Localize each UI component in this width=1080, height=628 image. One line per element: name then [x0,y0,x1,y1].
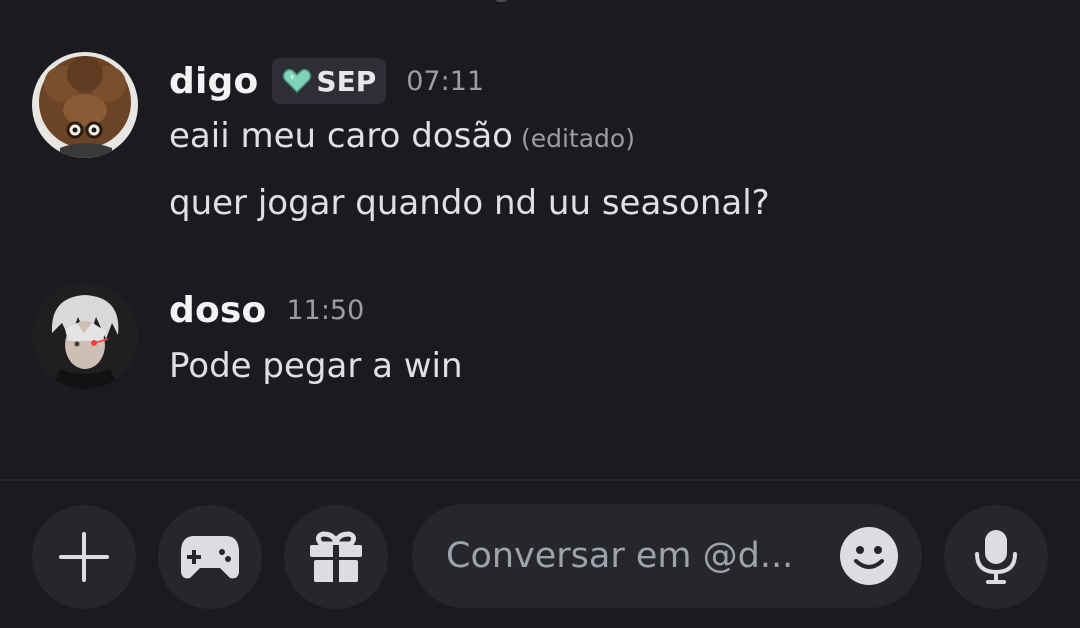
edited-label: (editado) [520,124,635,153]
gift-button[interactable] [284,505,388,609]
emoji-button[interactable] [840,527,898,585]
voice-button[interactable] [944,505,1048,609]
gift-icon [310,531,362,582]
message-input[interactable]: Conversar em @d... [412,504,922,608]
message-text: quer jogar quando nd uu seasonal? [169,183,770,223]
timestamp: 07:11 [406,65,485,97]
games-button[interactable] [158,505,262,609]
message-text: Pode pegar a win [169,346,463,386]
username[interactable]: digo [169,61,258,102]
gamepad-icon [181,536,239,579]
tag-label: SEP [316,64,377,98]
server-tag[interactable]: SEP [272,58,387,104]
message-list[interactable]: digo SEP 07:11 eaii meu caro dosão (edita… [0,0,1080,480]
microphone-icon [975,530,1017,584]
avatar[interactable] [32,52,138,158]
avatar[interactable] [32,283,138,389]
composer-bar: Conversar em @d... [0,481,1080,628]
add-button[interactable] [32,505,136,609]
message-content: eaii meu caro dosão [169,116,513,156]
heart-gem-icon [282,68,312,94]
timestamp: 11:50 [286,295,365,326]
smile-icon [840,527,898,585]
username[interactable]: doso [169,290,266,331]
plus-icon [59,532,109,582]
message-text: eaii meu caro dosão (editado) [169,116,635,156]
input-placeholder: Conversar em @d... [446,536,794,576]
